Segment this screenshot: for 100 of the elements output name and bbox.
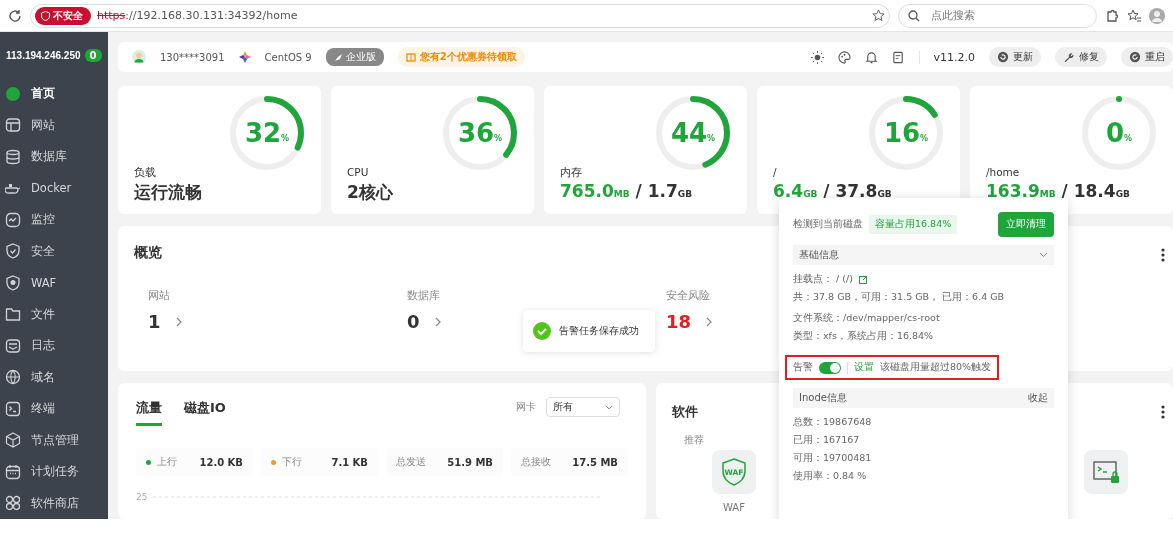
url-text: https://192.168.30.131:34392/home [97, 9, 298, 22]
security-badge[interactable]: 不安全 [35, 6, 91, 25]
percent-value: 32 [244, 118, 282, 148]
more-icon[interactable] [1161, 248, 1165, 262]
restart-icon [1129, 51, 1141, 63]
puzzle-icon[interactable] [1105, 8, 1119, 23]
check-circle-icon [533, 322, 551, 340]
info-line: 使用率：0.84 % [793, 470, 868, 483]
count-badge: 0 [84, 48, 102, 62]
popover-text: 检测到当前磁盘 [793, 218, 863, 231]
section-header[interactable]: 基础信息 [793, 245, 1054, 265]
percent-value: 16 [883, 118, 921, 148]
header-button[interactable]: 重启 [1121, 47, 1173, 67]
os-logo-icon [238, 51, 251, 63]
alert-rule: 该磁盘用量超过80%触发 [880, 361, 992, 374]
favorites-icon[interactable] [1127, 8, 1141, 23]
usage-tag: 容量占用16.84% [869, 215, 958, 234]
chevron-down-icon [605, 404, 613, 410]
sidebar-item[interactable]: WAF [0, 267, 108, 299]
stat-value: 163.9MB / 18.4GB [986, 181, 1130, 201]
globe-icon [5, 369, 21, 386]
section-label: 推荐 [684, 433, 704, 447]
app-name[interactable]: WAF [723, 502, 745, 513]
alert-label: 告警 [793, 361, 813, 374]
tab[interactable]: 流量 [136, 399, 162, 426]
sidebar-item[interactable]: 域名 [0, 361, 108, 393]
info-line: 总数：19867648 [793, 416, 873, 429]
chevron-right-icon[interactable] [705, 316, 714, 327]
axis-tick-label: 25 [136, 492, 148, 502]
stat-label: 负载 [134, 166, 156, 180]
search-field[interactable]: 点此搜索 [898, 3, 1097, 28]
bell-icon[interactable] [864, 50, 878, 64]
terminal-app-icon[interactable] [1084, 450, 1128, 494]
percent-value: 36 [457, 118, 495, 148]
edition-badge: 企业版 [325, 48, 384, 66]
shield-icon [5, 274, 21, 291]
percent-value: 0 [1105, 118, 1125, 148]
percent-unit: % [920, 133, 929, 143]
sidebar-item[interactable]: 软件商店 [0, 487, 108, 519]
stat-value: 2核心 [347, 181, 393, 204]
toast-notification: 告警任务保存成功 [523, 310, 655, 352]
cube-icon [5, 432, 21, 449]
avatar-icon [132, 50, 146, 64]
chevron-right-icon[interactable] [433, 316, 442, 327]
info-line: 可用：19700481 [793, 452, 873, 465]
note-icon[interactable] [891, 50, 905, 64]
server-ip: 113.194.246.250 [6, 49, 81, 61]
sun-icon[interactable] [810, 50, 824, 64]
version-label: v11.2.0 [918, 50, 975, 64]
edit-icon[interactable] [858, 275, 868, 284]
info-line: 已用：167167 [793, 434, 861, 447]
metric-value: 1 [148, 311, 161, 332]
sidebar-item[interactable]: 安全 [0, 235, 108, 267]
reload-icon[interactable] [8, 8, 22, 23]
sidebar-item[interactable]: 终端 [0, 393, 108, 425]
sidebar-item[interactable]: 节点管理 [0, 424, 108, 456]
grid-icon [5, 495, 21, 512]
star-icon[interactable] [872, 9, 885, 22]
sidebar-item[interactable]: 首页 [0, 78, 108, 110]
sidebar-item[interactable]: 监控 [0, 204, 108, 236]
metric-value: 0 [407, 311, 420, 332]
monitor-icon [5, 211, 21, 228]
sidebar-item[interactable]: 网站 [0, 109, 108, 141]
window-icon [5, 117, 21, 134]
user-account[interactable]: 130****3091 [160, 51, 225, 63]
info-line: 类型：xfs，系统占用：16.84% [793, 330, 935, 343]
toggle-switch[interactable] [819, 361, 841, 374]
percent-unit: % [494, 133, 503, 143]
section-title: 概览 [134, 244, 162, 260]
metric-label: 安全风险 [666, 288, 711, 303]
palette-icon[interactable] [837, 50, 851, 64]
terminal-icon [5, 400, 21, 417]
database-icon [5, 148, 21, 165]
chevron-right-icon[interactable] [174, 316, 183, 327]
folder-icon [5, 306, 21, 323]
metric-label: 数据库 [407, 288, 441, 303]
sidebar-item[interactable]: Docker [0, 172, 108, 204]
os-name: CentOS 9 [264, 51, 312, 63]
more-icon[interactable] [1161, 405, 1165, 419]
header-button[interactable]: 修复 [1055, 47, 1107, 67]
chevron-down-icon [1039, 252, 1048, 258]
search-icon [908, 9, 920, 22]
section-title: 软件 [672, 403, 699, 421]
sidebar-item[interactable]: 数据库 [0, 141, 108, 173]
wrench-icon [1063, 51, 1075, 63]
tab[interactable]: 磁盘IO [184, 399, 226, 426]
field-label: 网卡 [516, 400, 536, 414]
nic-dropdown[interactable]: 所有 [546, 397, 620, 417]
percent-unit: % [707, 133, 716, 143]
info-line: 文件系统：/dev/mapper/cs-root [793, 312, 941, 325]
shield-check-icon [5, 243, 21, 260]
sidebar-item[interactable]: 文件 [0, 298, 108, 330]
sidebar-item[interactable]: 计划任务 [0, 456, 108, 488]
stat-label: 内存 [560, 166, 582, 180]
refresh-icon [997, 51, 1009, 63]
section-header[interactable]: Inode信息 收起 [793, 388, 1054, 408]
header-button[interactable]: 更新 [989, 47, 1041, 67]
info-line: 共：37.8 GB，可用：31.5 GB， 已用：6.4 GB [793, 291, 1006, 304]
sidebar-item[interactable]: 日志 [0, 330, 108, 362]
metric-value: 18 [666, 311, 692, 332]
